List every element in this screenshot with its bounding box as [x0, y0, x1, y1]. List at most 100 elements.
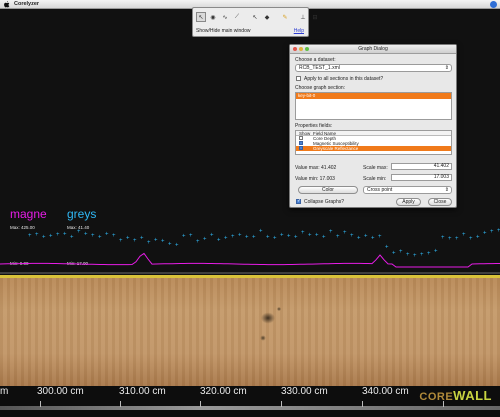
clipboard-tool-icon[interactable]: ⊟ — [310, 12, 320, 22]
graph-dialog: Graph Dialog Choose a dataset: RCB_TEST_… — [289, 44, 457, 208]
col-field-header[interactable]: Field Name — [310, 131, 451, 136]
graph-plot[interactable]: + + + + + +++ + + + + ++ + + ++ + + + ++ ++ +++ + + + + +++ + + + ++… — [0, 207, 500, 275]
value-min-label: Value min: 17.003 — [295, 176, 335, 182]
section-list[interactable]: key-bit-0 — [295, 92, 452, 120]
greys-point: + — [259, 228, 263, 234]
zoom-tool-icon[interactable]: ◉ — [208, 12, 218, 22]
measure-tool-icon[interactable]: ⊥ — [298, 12, 308, 22]
point-style-value: Cross point — [367, 187, 393, 193]
color-button[interactable]: Color — [298, 186, 358, 194]
greys-point: + — [385, 244, 389, 250]
chevron-updown-icon: ⇕ — [444, 187, 449, 193]
greys-point: + — [63, 231, 67, 237]
show-checkbox[interactable] — [299, 136, 303, 140]
annotation-tool-icon[interactable]: ✎ — [280, 12, 290, 22]
apply-all-checkbox[interactable] — [296, 76, 301, 81]
greys-point: + — [252, 235, 256, 241]
collapse-graphs-checkbox[interactable]: ✓ — [296, 199, 301, 204]
greys-point: + — [364, 234, 368, 240]
ruler-bar — [0, 406, 500, 410]
graph-area[interactable]: magne greys Max: 425.00 Max: 41.40 Min: … — [0, 207, 500, 275]
greys-point: + — [427, 251, 431, 257]
graph-tool-icon[interactable]: ∿ — [220, 12, 230, 22]
ruler-label: 310.00 cm — [119, 386, 166, 397]
greys-point: + — [287, 234, 291, 240]
greys-point: + — [392, 251, 396, 257]
palette-status-text: Show/Hide main window — [196, 28, 251, 34]
dialog-title: Graph Dialog — [358, 46, 388, 52]
greys-point: + — [413, 253, 417, 259]
depth-ruler: m 300.00 cm 310.00 cm 320.00 cm 330.00 c… — [0, 386, 500, 417]
greys-point: + — [182, 233, 186, 239]
greys-point: + — [35, 232, 39, 238]
greys-point: + — [301, 230, 305, 236]
select-tool-icon[interactable]: ↖ — [250, 12, 260, 22]
greys-point: + — [329, 229, 333, 235]
section-list-item[interactable]: key-bit-0 — [296, 93, 451, 99]
greys-point: + — [133, 238, 137, 244]
tool-row: ↖ ◉ ∿ ⟋ ↖ ◆ ✎ ⊥ ⊟ — [196, 12, 320, 22]
pointer-tool-icon[interactable]: ↖ — [196, 12, 206, 22]
choose-section-label: Choose graph section: — [295, 85, 346, 91]
greys-point: + — [91, 233, 95, 239]
help-link[interactable]: Help — [294, 28, 304, 34]
greys-point: + — [294, 234, 298, 240]
line-tool-icon[interactable]: ⟋ — [232, 12, 242, 22]
greys-point: + — [420, 252, 424, 258]
ruler-label: 300.00 cm — [37, 386, 84, 397]
greys-point: + — [126, 236, 130, 242]
ruler-tick — [362, 401, 363, 407]
greys-point: + — [399, 249, 403, 255]
greys-point: + — [77, 229, 81, 235]
scale-min-input[interactable]: 17.003 — [391, 174, 452, 181]
table-row[interactable]: Greyscale Reflectance — [296, 146, 451, 151]
greys-point: + — [147, 240, 151, 246]
dataset-select[interactable]: RCB_TEST_1.xml ⇕ — [295, 64, 452, 72]
ruler-tick — [200, 401, 201, 407]
scale-max-label: Scale max: — [363, 165, 388, 171]
col-show-header[interactable]: Show — [296, 131, 310, 136]
marker-tool-icon[interactable]: ◆ — [262, 12, 272, 22]
show-checkbox[interactable] — [299, 146, 303, 150]
greys-point: + — [84, 231, 88, 237]
greys-point: + — [280, 233, 284, 239]
spotlight-icon[interactable] — [490, 1, 497, 8]
ruler-tick — [40, 401, 41, 407]
greys-point: + — [434, 249, 438, 255]
greys-point: + — [98, 234, 102, 240]
greys-point: + — [462, 232, 466, 238]
logo-wall-text: WALL — [453, 388, 492, 403]
greys-point: + — [238, 233, 242, 239]
properties-label: Properties fields: — [295, 123, 333, 129]
window-controls — [293, 47, 309, 51]
greys-point: + — [336, 234, 340, 240]
greys-point: + — [315, 233, 319, 239]
logo-core-text: CORE — [419, 391, 454, 403]
greys-point: + — [217, 238, 221, 244]
scale-min-label: Scale min: — [363, 176, 387, 182]
core-section-image[interactable] — [0, 278, 500, 386]
greys-point: + — [210, 233, 214, 239]
close-window-icon[interactable] — [293, 47, 297, 51]
zoom-window-icon[interactable] — [305, 47, 309, 51]
greys-point: + — [357, 235, 361, 241]
ruler-tick — [281, 401, 282, 407]
greys-point: + — [476, 235, 480, 241]
app-menu-title[interactable]: Corelyzer — [14, 1, 39, 7]
dialog-titlebar[interactable]: Graph Dialog — [290, 45, 456, 54]
greys-point: + — [231, 234, 235, 240]
apple-icon[interactable] — [4, 0, 10, 8]
greys-point: + — [70, 235, 74, 241]
greys-point: + — [105, 232, 109, 238]
greys-point: + — [196, 239, 200, 245]
greys-point: + — [161, 239, 165, 245]
show-checkbox[interactable] — [299, 141, 303, 145]
apply-button[interactable]: Apply — [396, 198, 421, 206]
scale-max-input[interactable]: 41.402 — [391, 163, 452, 170]
minimize-window-icon[interactable] — [299, 47, 303, 51]
greys-point: + — [189, 233, 193, 239]
point-style-select[interactable]: Cross point ⇕ — [363, 186, 452, 194]
close-button[interactable]: Close — [428, 198, 452, 206]
greys-point: + — [483, 231, 487, 237]
greys-point: + — [266, 234, 270, 240]
